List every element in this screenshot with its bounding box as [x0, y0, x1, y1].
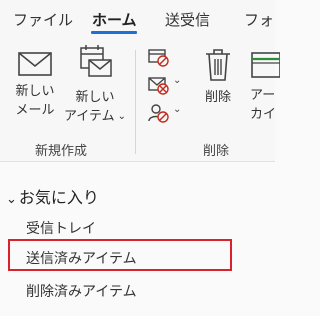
junk-chevron-icon[interactable]: ⌄	[173, 104, 181, 115]
new-group-label: 新規作成	[35, 144, 88, 159]
junk-icon[interactable]	[147, 102, 171, 124]
favorites-header-label: お気に入り	[18, 188, 99, 207]
tab-home[interactable]: ホーム	[92, 9, 137, 30]
archive-label-2: カイ	[250, 107, 277, 122]
cleanup-icon[interactable]	[147, 75, 171, 95]
delete-label: 削除	[204, 90, 231, 105]
tab-send-receive[interactable]: 送受信	[165, 9, 210, 30]
tab-folder[interactable]: フォ	[244, 9, 274, 30]
ribbon-tabs: ファイル ホーム 送受信 フォ	[0, 0, 275, 40]
new-mail-button[interactable]: 新しい メール	[8, 50, 62, 120]
new-item-icon	[80, 45, 112, 77]
cleanup-chevron-icon[interactable]: ⌄	[173, 75, 181, 86]
chevron-down-icon: ⌄	[117, 111, 127, 122]
delete-button[interactable]: 削除	[198, 48, 238, 107]
folder-inbox[interactable]: 受信トレイ	[26, 218, 96, 238]
highlight-box	[8, 239, 232, 271]
new-mail-label-1: 新しい	[15, 84, 55, 99]
tab-file[interactable]: ファイル	[13, 9, 73, 30]
delete-group-label: 削除	[203, 144, 230, 159]
group-separator	[135, 50, 136, 154]
archive-icon	[251, 52, 280, 78]
new-mail-label-2: メール	[15, 103, 55, 118]
folder-pane: ⌄ お気に入り 受信トレイ 送信済みアイテム 削除済みアイテム	[0, 162, 275, 316]
ignore-icon[interactable]	[147, 48, 171, 68]
archive-button[interactable]: アー カイ	[250, 50, 290, 124]
chevron-down-icon[interactable]: ⌄	[6, 192, 17, 207]
new-item-button[interactable]: 新しい アイテム ⌄	[62, 44, 128, 127]
archive-label-1: アー	[250, 88, 276, 103]
ribbon: ファイル ホーム 送受信 フォ 新しい メール 新しい アイテム⌄ 新規作成	[0, 0, 280, 162]
trash-icon	[206, 49, 230, 81]
folder-deleted-items[interactable]: 削除済みアイテム	[26, 281, 137, 301]
new-item-label-1: 新しい	[75, 90, 115, 105]
active-tab-indicator	[91, 31, 137, 34]
favorites-header[interactable]: ⌄ お気に入り	[6, 184, 99, 208]
new-item-label-2: アイテム ⌄	[63, 109, 127, 124]
mail-icon	[18, 52, 52, 76]
